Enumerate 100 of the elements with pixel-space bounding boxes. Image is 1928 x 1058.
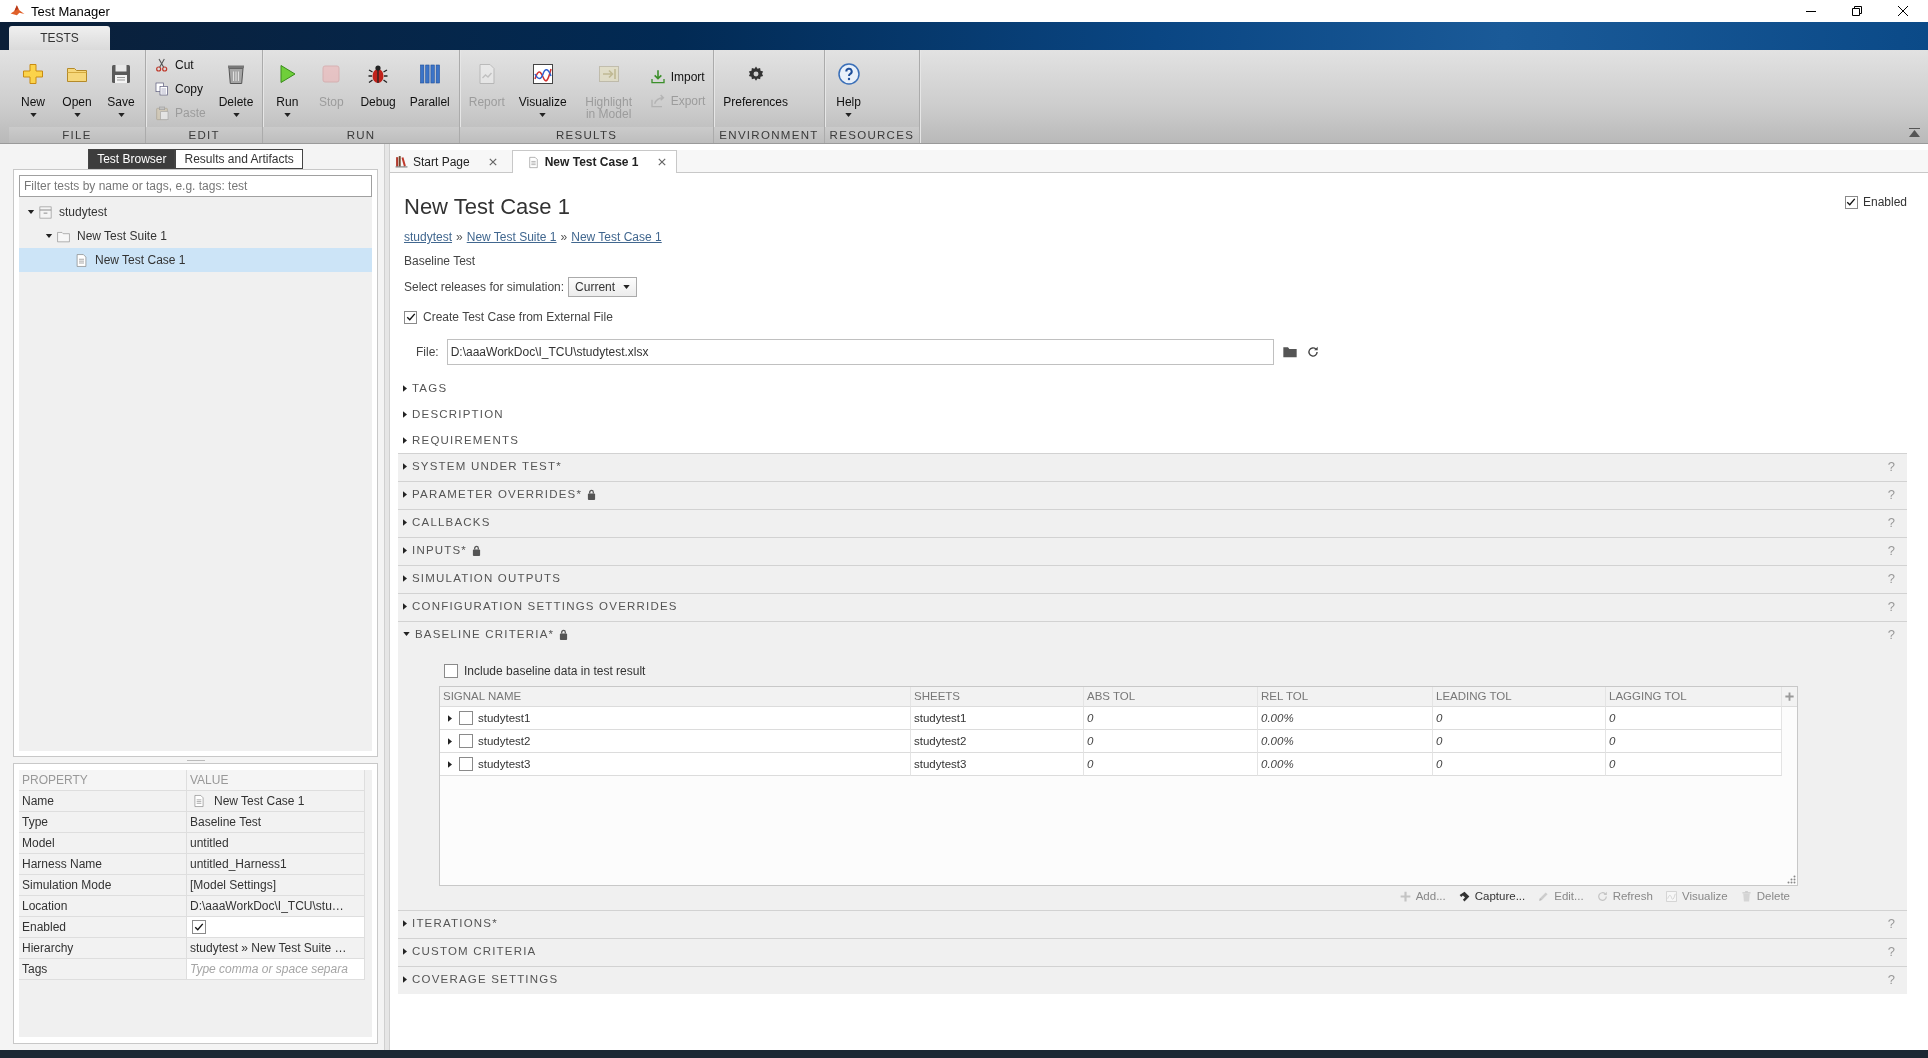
open-button[interactable]: Open [55, 50, 99, 126]
section-header[interactable]: BASELINE CRITERIA* [398, 624, 569, 644]
caret-right-icon[interactable] [403, 546, 407, 554]
browse-button[interactable] [1281, 344, 1298, 360]
group-label: ENVIRONMENT [718, 129, 820, 141]
table-cell: 0 [1084, 730, 1258, 753]
section-header[interactable]: REQUIREMENTS [398, 430, 520, 450]
run-button[interactable]: Run [265, 50, 310, 126]
ribbon-tab[interactable]: TESTS [9, 26, 110, 50]
settings-icon [746, 65, 765, 83]
caret-down-icon[interactable] [403, 632, 410, 636]
document-icon [74, 252, 89, 268]
close-icon[interactable] [657, 158, 666, 166]
caret-right-icon[interactable] [448, 737, 452, 745]
caret-right-icon[interactable] [403, 518, 407, 526]
checkbox[interactable] [192, 920, 206, 934]
line-chart-icon [530, 62, 555, 86]
panel-tab[interactable]: Test Browser [88, 149, 176, 169]
table-cell: 0 [1084, 753, 1258, 776]
table-cell: 0 [1606, 707, 1782, 730]
caret-down-icon[interactable] [45, 234, 53, 238]
editor-tab[interactable]: Start Page [390, 150, 508, 172]
caret-down-icon[interactable] [27, 210, 35, 214]
import-button[interactable]: Import [645, 64, 710, 89]
checkbox[interactable] [459, 757, 473, 771]
panel-tab[interactable]: Results and Artifacts [175, 149, 303, 169]
collapse-icon[interactable] [1909, 128, 1920, 137]
table-cell: D:\aaaWorkDoc\I_TCU\stu… [187, 896, 365, 917]
resize-grip-icon[interactable] [1787, 875, 1796, 884]
caret-right-icon[interactable] [403, 462, 407, 470]
caret-right-icon[interactable] [403, 602, 407, 610]
file-path-field[interactable]: D:\aaaWorkDoc\I_TCU\studytest.xlsx [446, 339, 1274, 365]
section-header[interactable]: CONFIGURATION SETTINGS OVERRIDES [398, 596, 678, 616]
section-header[interactable]: TAGS [398, 378, 448, 398]
breadcrumb-link[interactable]: New Test Case 1 [571, 230, 662, 244]
clipboard-icon [154, 104, 170, 121]
checkbox[interactable] [459, 711, 473, 725]
visualize-button[interactable]: Visualize [511, 50, 574, 126]
section-header[interactable]: INPUTS* [398, 540, 482, 560]
section-header[interactable]: PARAMETER OVERRIDES* [398, 484, 597, 504]
close-icon[interactable] [488, 157, 497, 166]
section-header[interactable]: CUSTOM CRITERIA [398, 941, 537, 961]
tree-item[interactable]: New Test Suite 1 [19, 224, 372, 248]
releases-dropdown[interactable]: Current [568, 277, 638, 297]
preferences-button[interactable]: Preferences [716, 50, 795, 126]
parallel-button[interactable]: Parallel [402, 50, 457, 126]
save-button[interactable]: Save [99, 50, 143, 126]
section-header[interactable]: ITERATIONS* [398, 913, 498, 933]
group-label: RESOURCES [828, 129, 916, 141]
field-label: File: [416, 345, 439, 359]
checkbox[interactable] [404, 310, 417, 324]
table-cell: Location [19, 896, 187, 917]
caret-right-icon[interactable] [403, 436, 407, 444]
table-cell: Harness Name [19, 854, 187, 875]
caret-right-icon[interactable] [403, 490, 407, 498]
section-header[interactable]: COVERAGE SETTINGS [398, 969, 559, 989]
delete-button[interactable]: Delete [211, 50, 261, 126]
debug-button[interactable]: Debug [353, 50, 403, 126]
caret-right-icon[interactable] [403, 410, 407, 418]
help-button[interactable]: Help [826, 50, 871, 126]
checkbox[interactable] [459, 734, 473, 748]
refresh-icon [1595, 889, 1609, 903]
checkmark-icon [405, 312, 416, 322]
table-cell: 0.00% [1258, 753, 1433, 776]
refresh-button[interactable] [1305, 345, 1320, 359]
caret-right-icon[interactable] [448, 760, 452, 768]
field-label: Select releases for simulation: [404, 280, 565, 294]
section-header[interactable]: DESCRIPTION [398, 404, 504, 424]
caret-down-icon [623, 285, 631, 289]
caret-right-icon[interactable] [448, 714, 452, 722]
column-header: VALUE [187, 770, 365, 791]
copy-button[interactable]: Copy [150, 76, 210, 101]
section-header[interactable]: SYSTEM UNDER TEST* [398, 456, 562, 476]
tree-item[interactable]: New Test Case 1 [19, 248, 372, 272]
filter-field[interactable]: Filter tests by name or tags, e.g. tags: test [19, 175, 372, 197]
breadcrumb-link[interactable]: studytest [404, 230, 453, 244]
caret-right-icon[interactable] [403, 384, 407, 392]
new-button[interactable]: New [11, 50, 55, 126]
caret-right-icon[interactable] [403, 919, 407, 927]
minimize-icon [1806, 10, 1816, 12]
checkmark-icon [1846, 197, 1857, 207]
caret-right-icon[interactable] [403, 975, 407, 983]
table-cell: Type [19, 812, 187, 833]
trash-icon [1739, 889, 1753, 903]
checkbox[interactable] [1844, 195, 1858, 209]
table-cell: Baseline Test [187, 812, 365, 833]
column-header: LAGGING TOL [1606, 687, 1782, 707]
group-label: EDIT [187, 129, 221, 141]
cut-button[interactable]: Cut [150, 52, 210, 77]
checkbox[interactable] [444, 664, 458, 678]
plus-icon[interactable] [1784, 691, 1795, 702]
tree-item[interactable]: studytest [19, 200, 372, 224]
section-header[interactable]: SIMULATION OUTPUTS [398, 568, 562, 588]
capture-button[interactable]: Capture... [1457, 889, 1526, 903]
section-header[interactable]: CALLBACKS [398, 512, 491, 532]
caret-right-icon[interactable] [403, 947, 407, 955]
caret-right-icon[interactable] [403, 574, 407, 582]
table-cell: 0 [1606, 730, 1782, 753]
breadcrumb-link[interactable]: New Test Suite 1 [466, 230, 557, 244]
editor-tab[interactable]: New Test Case 1 [511, 150, 677, 173]
